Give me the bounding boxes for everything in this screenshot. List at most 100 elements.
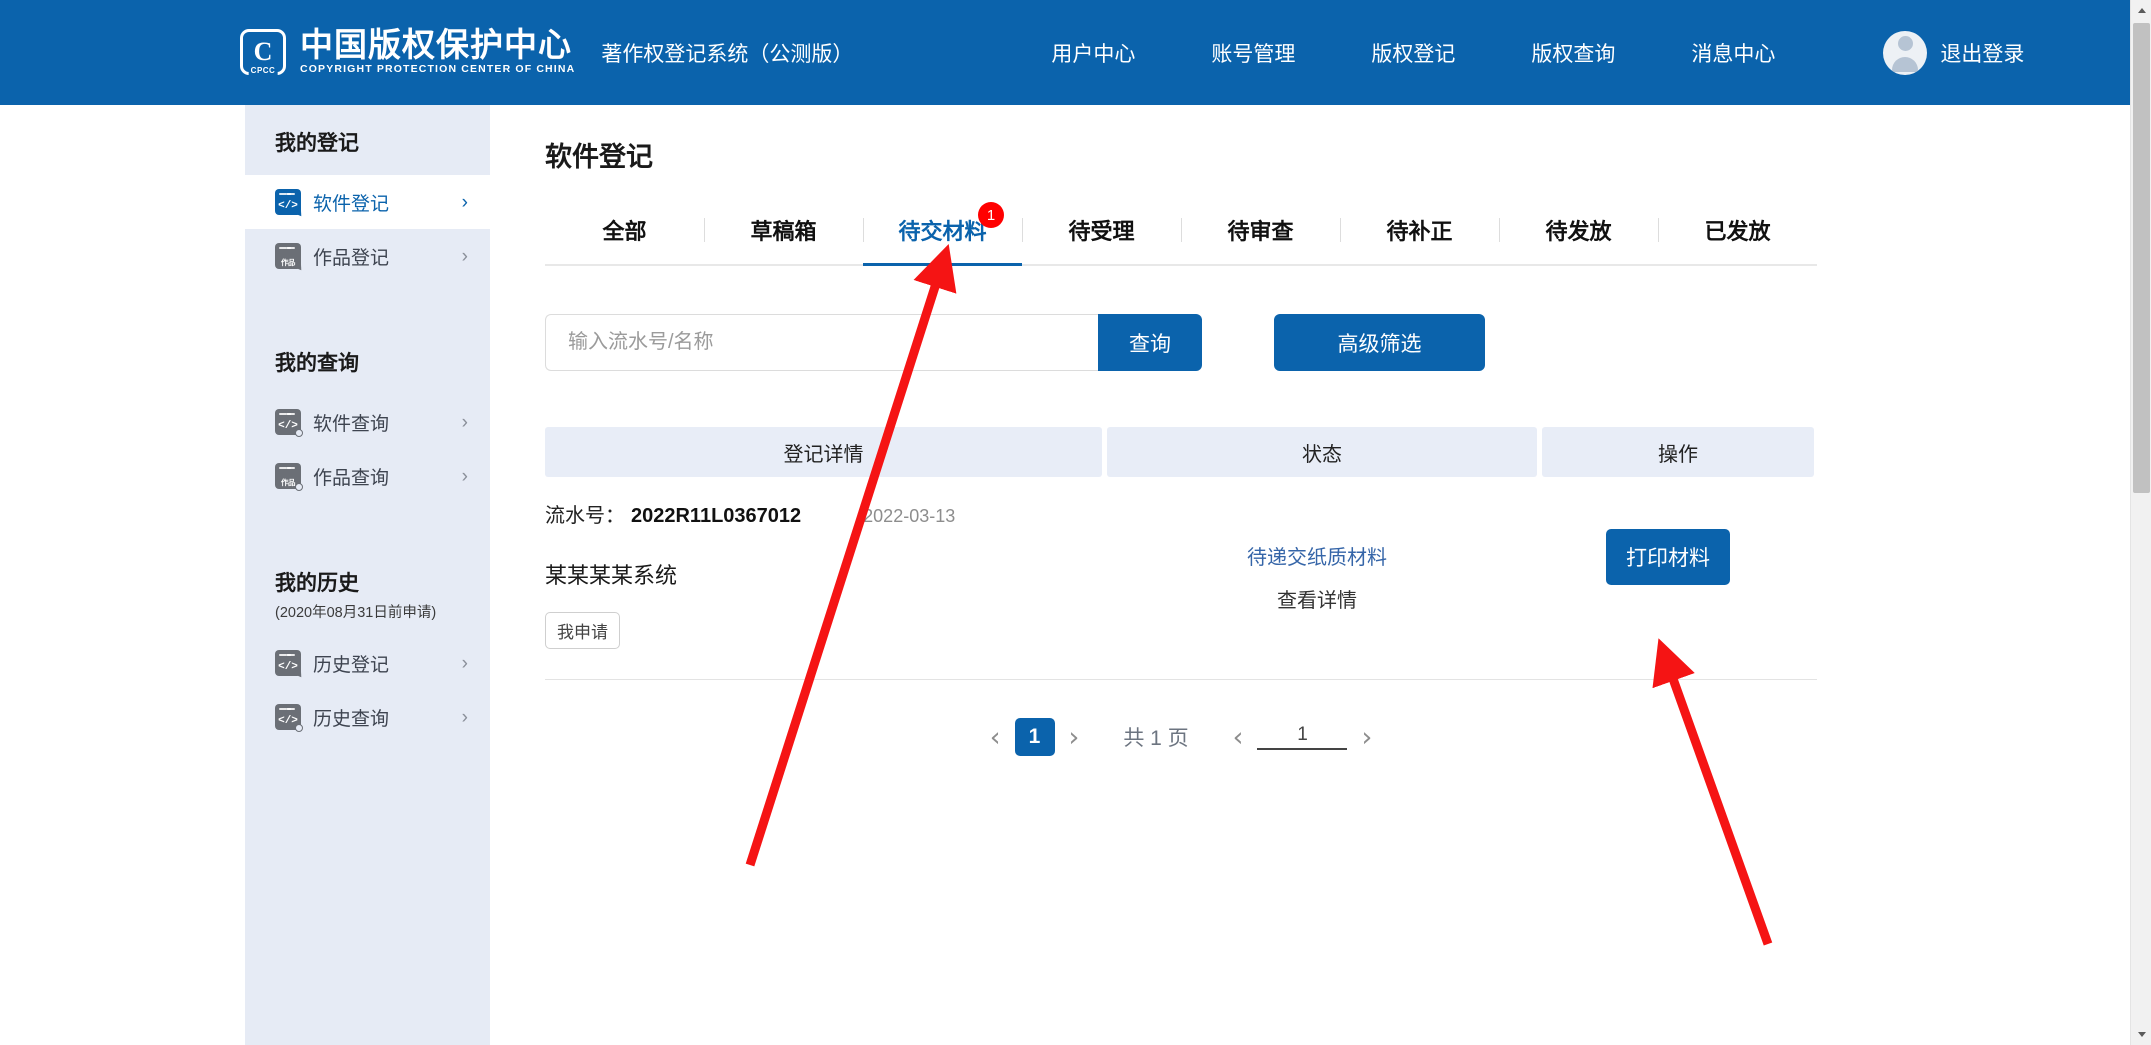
sidebar-group-title-query: 我的查询 bbox=[275, 352, 359, 375]
chevron-right-icon: › bbox=[461, 411, 468, 433]
row-status-cell: 待递交纸质材料 查看详情 bbox=[1102, 499, 1532, 649]
cpcc-logo-icon: C CPCC bbox=[240, 29, 286, 76]
pagination-next-icon[interactable]: › bbox=[1055, 724, 1094, 751]
logo-chinese-name: 中国版权保护中心 bbox=[300, 25, 572, 63]
chevron-right-icon: › bbox=[461, 652, 468, 674]
system-title: 著作权登记系统（公测版） bbox=[601, 42, 854, 66]
search-button[interactable]: 查询 bbox=[1098, 314, 1202, 371]
sidebar-item-history-registration[interactable]: </> 历史登记 › bbox=[245, 636, 490, 690]
tab-label: 草稿箱 bbox=[750, 219, 817, 244]
table-row: 流水号： 2022R11L0367012 2022-03-13 某某某某系统 我… bbox=[545, 477, 1817, 680]
table-header-details: 登记详情 bbox=[545, 427, 1102, 477]
chevron-right-icon: › bbox=[461, 245, 468, 267]
tab-issued[interactable]: 已发放 bbox=[1658, 200, 1817, 264]
sidebar-history-note: (2020年08月31日前申请) bbox=[275, 605, 437, 621]
work-window-pencil-icon: 作品 bbox=[275, 243, 306, 274]
code-window-search-icon: </> bbox=[275, 409, 303, 437]
applicant-tag: 我申请 bbox=[545, 612, 620, 649]
page-title: 软件登记 bbox=[545, 142, 653, 172]
tab-pending-issue[interactable]: 待发放 bbox=[1499, 200, 1658, 264]
tab-pending-review[interactable]: 待审查 bbox=[1181, 200, 1340, 264]
table-header-action: 操作 bbox=[1542, 427, 1814, 477]
tab-all[interactable]: 全部 bbox=[545, 200, 704, 264]
sidebar-item-label: 历史登记 bbox=[313, 654, 390, 676]
sidebar-item-label: 历史查询 bbox=[313, 708, 390, 730]
status-text: 待递交纸质材料 bbox=[1247, 547, 1387, 569]
row-details-cell: 流水号： 2022R11L0367012 2022-03-13 某某某某系统 我… bbox=[545, 499, 1102, 649]
pagination-total-pages: 共 1 页 bbox=[1123, 727, 1189, 750]
tab-label: 待交材料 bbox=[898, 219, 987, 244]
sidebar-item-work-query[interactable]: 作品 作品查询 › bbox=[245, 449, 490, 503]
tab-drafts[interactable]: 草稿箱 bbox=[704, 200, 863, 264]
nav-item-user-center[interactable]: 用户中心 bbox=[1013, 38, 1173, 68]
scrollbar-down-arrow-icon[interactable] bbox=[2131, 1024, 2151, 1045]
main-navigation: 用户中心 账号管理 版权登记 版权查询 消息中心 bbox=[1013, 38, 1813, 68]
advanced-filter-button[interactable]: 高级筛选 bbox=[1274, 314, 1485, 371]
tab-label: 待发放 bbox=[1545, 219, 1612, 244]
nav-item-account[interactable]: 账号管理 bbox=[1173, 38, 1333, 68]
top-header-bar: C CPCC 中国版权保护中心 COPYRIGHT PROTECTION CEN… bbox=[0, 0, 2130, 105]
sidebar-item-label: 软件查询 bbox=[313, 413, 390, 435]
vertical-scrollbar[interactable] bbox=[2130, 0, 2151, 1045]
sidebar-item-software-registration[interactable]: </> 软件登记 › bbox=[245, 175, 490, 229]
sidebar-item-history-query[interactable]: </> 历史查询 › bbox=[245, 690, 490, 744]
pagination-jump-input[interactable] bbox=[1257, 724, 1348, 750]
print-materials-button[interactable]: 打印材料 bbox=[1606, 529, 1730, 585]
avatar bbox=[1883, 30, 1928, 75]
tab-label: 待补正 bbox=[1386, 219, 1453, 244]
pagination-jump-next-icon[interactable]: › bbox=[1347, 724, 1386, 751]
sidebar-group-title-registration: 我的登记 bbox=[275, 132, 359, 155]
scrollbar-up-arrow-icon[interactable] bbox=[2131, 0, 2151, 21]
logout-label: 退出登录 bbox=[1940, 42, 2025, 66]
tab-pending-correction[interactable]: 待补正 bbox=[1340, 200, 1499, 264]
pagination: ‹ 1 › 共 1 页 ‹ › bbox=[545, 718, 1817, 756]
row-action-cell: 打印材料 bbox=[1532, 499, 1804, 649]
tab-label: 全部 bbox=[602, 219, 647, 244]
scrollbar-thumb[interactable] bbox=[2133, 23, 2150, 493]
sidebar: 我的登记 </> 软件登记 › 作品 作品登记 › 我的查询 </> 软件查询 … bbox=[245, 105, 490, 1045]
site-logo[interactable]: C CPCC 中国版权保护中心 COPYRIGHT PROTECTION CEN… bbox=[240, 25, 576, 77]
code-window-pencil-icon: </> bbox=[275, 650, 306, 681]
sidebar-item-label: 作品查询 bbox=[313, 467, 390, 489]
serial-label: 流水号： bbox=[545, 505, 625, 527]
code-window-search-icon: </> bbox=[275, 704, 303, 732]
sidebar-item-work-registration[interactable]: 作品 作品登记 › bbox=[245, 229, 490, 283]
pagination-page-1[interactable]: 1 bbox=[1014, 718, 1055, 756]
tab-pending-materials[interactable]: 待交材料 1 bbox=[863, 200, 1022, 266]
nav-item-query[interactable]: 版权查询 bbox=[1493, 38, 1653, 68]
submission-date: 2022-03-13 bbox=[863, 506, 956, 526]
pagination-prev-icon[interactable]: ‹ bbox=[976, 724, 1015, 751]
main-content: 软件登记 全部 草稿箱 待交材料 1 待受理 待审查 待补正 待发放 已发放 输… bbox=[490, 105, 2130, 1045]
logo-badge-letter: C bbox=[253, 37, 273, 67]
tab-label: 待审查 bbox=[1227, 219, 1294, 244]
search-toolbar: 查询 高级筛选 bbox=[545, 314, 2070, 371]
work-window-search-icon: 作品 bbox=[275, 463, 303, 491]
logout-button[interactable]: 退出登录 bbox=[1883, 30, 2025, 75]
sidebar-item-software-query[interactable]: </> 软件查询 › bbox=[245, 395, 490, 449]
pagination-jump-prev-icon[interactable]: ‹ bbox=[1219, 724, 1258, 751]
sidebar-group-title-history: 我的历史 bbox=[275, 572, 359, 595]
app-root: C CPCC 中国版权保护中心 COPYRIGHT PROTECTION CEN… bbox=[0, 0, 2151, 1045]
search-input[interactable] bbox=[545, 314, 1098, 371]
sidebar-item-label: 软件登记 bbox=[313, 193, 390, 215]
tab-badge-count: 1 bbox=[978, 202, 1004, 228]
logo-english-name: COPYRIGHT PROTECTION CENTER OF CHINA bbox=[300, 63, 576, 76]
registrations-table: 登记详情 状态 操作 流水号： 2022R11L0367012 2022-03-… bbox=[545, 427, 1817, 680]
code-window-pencil-icon: </> bbox=[275, 189, 306, 220]
chevron-right-icon: › bbox=[461, 191, 468, 213]
logo-badge-sub: CPCC bbox=[248, 66, 278, 76]
nav-item-registration[interactable]: 版权登记 bbox=[1333, 38, 1493, 68]
tab-label: 待受理 bbox=[1068, 219, 1135, 244]
serial-number: 2022R11L0367012 bbox=[631, 505, 802, 527]
chevron-right-icon: › bbox=[461, 706, 468, 728]
tab-pending-acceptance[interactable]: 待受理 bbox=[1022, 200, 1181, 264]
nav-item-messages[interactable]: 消息中心 bbox=[1653, 38, 1813, 68]
view-details-link[interactable]: 查看详情 bbox=[1102, 584, 1532, 613]
sidebar-item-label: 作品登记 bbox=[313, 247, 390, 269]
software-name: 某某某某系统 bbox=[545, 563, 678, 588]
chevron-right-icon: › bbox=[461, 465, 468, 487]
table-header-row: 登记详情 状态 操作 bbox=[545, 427, 1817, 477]
table-header-status: 状态 bbox=[1107, 427, 1537, 477]
